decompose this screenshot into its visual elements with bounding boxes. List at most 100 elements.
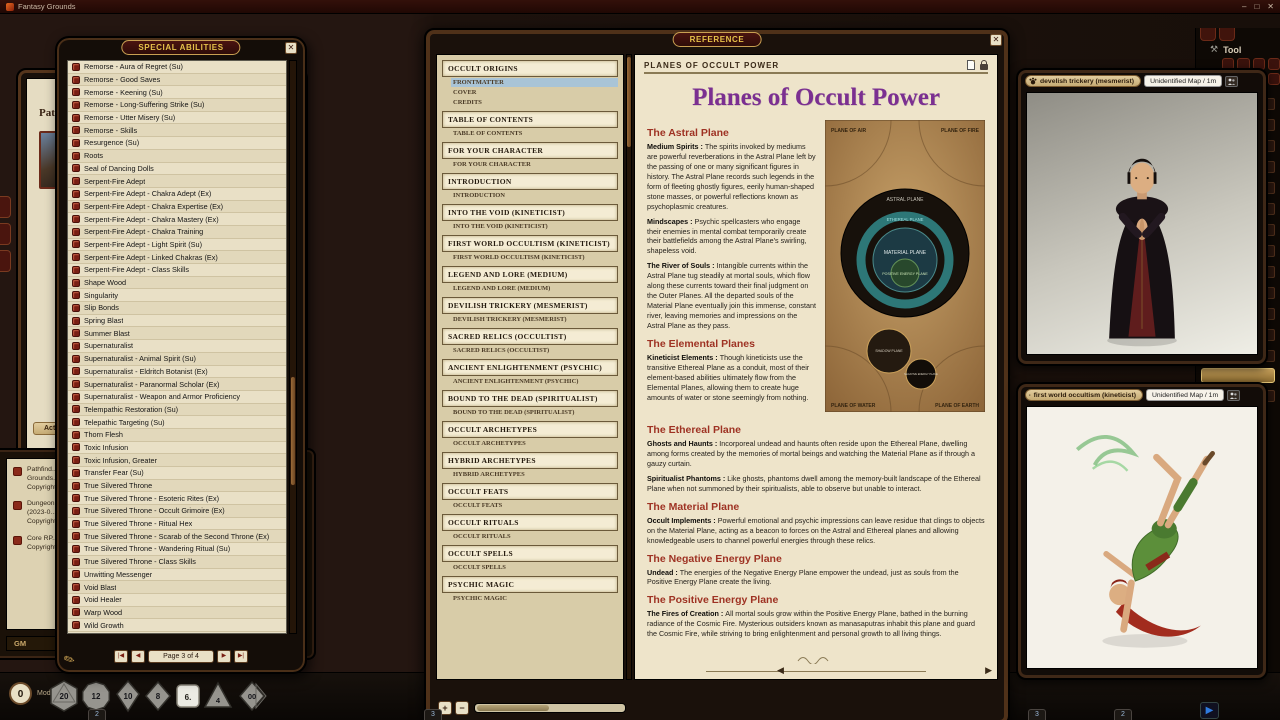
toc-entry[interactable]: INTRODUCTION — [451, 191, 618, 200]
ability-row[interactable]: Toxic Infusion, Greater — [68, 454, 286, 467]
taskbar-tab[interactable]: 3 — [424, 709, 442, 720]
next-page-button[interactable]: ▶ — [217, 650, 231, 663]
close-icon[interactable]: ✕ — [990, 34, 1002, 46]
toc-entry[interactable]: OCCULT RITUALS — [451, 532, 618, 541]
ability-row[interactable]: Remorse - Skills — [68, 124, 286, 137]
minimize-button[interactable]: – — [1242, 2, 1246, 11]
tool-icon-button[interactable] — [1268, 58, 1280, 70]
ability-row[interactable]: Void Blast — [68, 581, 286, 594]
toc-entry[interactable]: PSYCHIC MAGIC — [451, 594, 618, 603]
toc-scrollbar[interactable] — [626, 54, 632, 680]
sidebar-tab[interactable] — [1219, 28, 1235, 41]
toc-entry[interactable]: ANCIENT ENLIGHTENMENT (PSYCHIC) — [451, 377, 618, 386]
scrollbar-thumb[interactable] — [627, 57, 631, 147]
toc-entry[interactable]: CREDITS — [451, 98, 618, 107]
toc-chapter[interactable]: OCCULT ARCHETYPES — [442, 421, 618, 438]
die-d4[interactable]: 4 — [205, 683, 231, 707]
toc-entry[interactable]: FOR YOUR CHARACTER — [451, 160, 618, 169]
ability-row[interactable]: Remorse - Long-Suffering Strike (Su) — [68, 99, 286, 112]
ability-row[interactable]: True Silvered Throne — [68, 480, 286, 493]
ability-row[interactable]: Thorn Flesh — [68, 429, 286, 442]
toc-entry[interactable]: TABLE OF CONTENTS — [451, 129, 618, 138]
map-info-label[interactable]: Unidentified Map / 1m — [1144, 75, 1222, 87]
toc-entry[interactable]: DEVILISH TRICKERY (MESMERIST) — [451, 315, 618, 324]
toc-chapter[interactable]: FOR YOUR CHARACTER — [442, 142, 618, 159]
ability-row[interactable]: Wild Growth — [68, 619, 286, 632]
toc-entry[interactable]: COVER — [451, 88, 618, 97]
portrait-mesmerist[interactable] — [1026, 92, 1258, 355]
ability-row[interactable]: Serpent-Fire Adept - Light Spirit (Su) — [68, 239, 286, 252]
ability-row[interactable]: Summer Blast — [68, 327, 286, 340]
ability-row[interactable]: Roots — [68, 150, 286, 163]
toc-chapter[interactable]: INTO THE VOID (KINETICIST) — [442, 204, 618, 221]
sidebar-tab[interactable] — [1200, 28, 1216, 41]
toc-chapter[interactable]: TABLE OF CONTENTS — [442, 111, 618, 128]
zoom-out-button[interactable]: − — [455, 701, 469, 715]
ability-row[interactable]: Supernaturalist - Weapon and Armor Profi… — [68, 391, 286, 404]
toc-chapter[interactable]: FIRST WORLD OCCULTISM (KINETICIST) — [442, 235, 618, 252]
toc-chapter[interactable]: OCCULT ORIGINS — [442, 60, 618, 77]
toc-chapter[interactable]: OCCULT SPELLS — [442, 545, 618, 562]
ability-row[interactable]: Telempathic Restoration (Su) — [68, 404, 286, 417]
first-page-button[interactable]: |◀ — [114, 650, 128, 663]
last-page-button[interactable]: ▶| — [234, 650, 248, 663]
ability-row[interactable]: Serpent-Fire Adept - Chakra Mastery (Ex) — [68, 213, 286, 226]
taskbar-tab[interactable]: 2 — [1114, 709, 1132, 720]
die-d12[interactable]: 12 — [83, 682, 110, 710]
toc-entry[interactable]: OCCULT SPELLS — [451, 563, 618, 572]
image-tab[interactable]: first world occultism (kineticist) — [1025, 389, 1143, 401]
page-next-arrow[interactable]: ▶ — [985, 665, 992, 676]
scrollbar-thumb[interactable] — [290, 376, 296, 486]
toc-chapter[interactable]: DEVILISH TRICKERY (MESMERIST) — [442, 297, 618, 314]
page-icon[interactable] — [967, 60, 975, 70]
toc-chapter[interactable]: ANCIENT ENLIGHTENMENT (PSYCHIC) — [442, 359, 618, 376]
prev-page-button[interactable]: ◀ — [131, 650, 145, 663]
ability-row[interactable]: Singularity — [68, 289, 286, 302]
toc-chapter[interactable]: OCCULT FEATS — [442, 483, 618, 500]
ability-row[interactable]: True Silvered Throne - Occult Grimoire (… — [68, 505, 286, 518]
toc-chapter[interactable]: BOUND TO THE DEAD (SPIRITUALIST) — [442, 390, 618, 407]
ability-row[interactable]: True Silvered Throne - Class Skills — [68, 556, 286, 569]
toc-horizontal-scrollbar[interactable] — [474, 703, 626, 713]
toc-chapter[interactable]: PSYCHIC MAGIC — [442, 576, 618, 593]
ability-row[interactable]: Supernaturalist - Eldritch Botanist (Ex) — [68, 366, 286, 379]
share-icon[interactable] — [1225, 76, 1238, 87]
abilities-scrollbar[interactable] — [289, 60, 297, 634]
die-d100[interactable]: 00 — [240, 682, 266, 710]
ability-row[interactable]: Remorse - Utter Misery (Su) — [68, 112, 286, 125]
sidebar-highlighted-button[interactable] — [1201, 368, 1275, 383]
modifier-value[interactable]: 0 — [9, 682, 32, 705]
minimized-window-tab[interactable] — [0, 250, 11, 272]
ability-row[interactable]: True Silvered Throne - Ritual Hex — [68, 518, 286, 531]
die-d10[interactable]: 10 — [117, 681, 139, 711]
lock-icon[interactable] — [980, 64, 988, 70]
ability-row[interactable]: Warp Wood — [68, 607, 286, 620]
die-d20[interactable]: 20 — [51, 681, 77, 711]
play-button[interactable]: ▶ — [1200, 702, 1219, 719]
planes-diagram-image[interactable]: PLANE OF AIR PLANE OF FIRE PLANE OF WATE… — [825, 120, 985, 417]
minimized-window-tab[interactable] — [0, 196, 11, 218]
ability-row[interactable]: True Silvered Throne - Esoteric Rites (E… — [68, 492, 286, 505]
ability-row[interactable]: Supernaturalist - Paranormal Scholar (Ex… — [68, 378, 286, 391]
minimized-window-tab[interactable] — [0, 223, 11, 245]
ability-row[interactable]: True Silvered Throne - Scarab of the Sec… — [68, 530, 286, 543]
toc-entry[interactable]: HYBRID ARCHETYPES — [451, 470, 618, 479]
taskbar-tab[interactable]: 2 — [88, 709, 106, 720]
share-icon[interactable] — [1227, 390, 1240, 401]
page-body[interactable]: Planes of Occult Power The Astral PlaneM… — [635, 74, 997, 672]
scrollbar-thumb[interactable] — [477, 705, 549, 711]
toc-chapter[interactable]: SACRED RELICS (OCCULTIST) — [442, 328, 618, 345]
toc-chapter[interactable]: LEGEND AND LORE (MEDIUM) — [442, 266, 618, 283]
taskbar-tab[interactable]: 3 — [1028, 709, 1046, 720]
toc-entry[interactable]: FRONTMATTER — [451, 78, 618, 87]
ability-row[interactable]: Remorse - Keening (Su) — [68, 86, 286, 99]
ability-row[interactable]: Telepathic Targeting (Su) — [68, 416, 286, 429]
toc-entry[interactable]: OCCULT FEATS — [451, 501, 618, 510]
ability-row[interactable]: Serpent-Fire Adept - Linked Chakras (Ex) — [68, 251, 286, 264]
ability-row[interactable]: Remorse - Good Saves — [68, 74, 286, 87]
toc-entry[interactable]: FIRST WORLD OCCULTISM (KINETICIST) — [451, 253, 618, 262]
ability-row[interactable]: Serpent-Fire Adept - Chakra Expertise (E… — [68, 201, 286, 214]
ability-row[interactable]: Unwitting Messenger — [68, 569, 286, 582]
ability-row[interactable]: Serpent-Fire Adept - Class Skills — [68, 264, 286, 277]
ability-row[interactable]: True Silvered Throne - Wandering Ritual … — [68, 543, 286, 556]
